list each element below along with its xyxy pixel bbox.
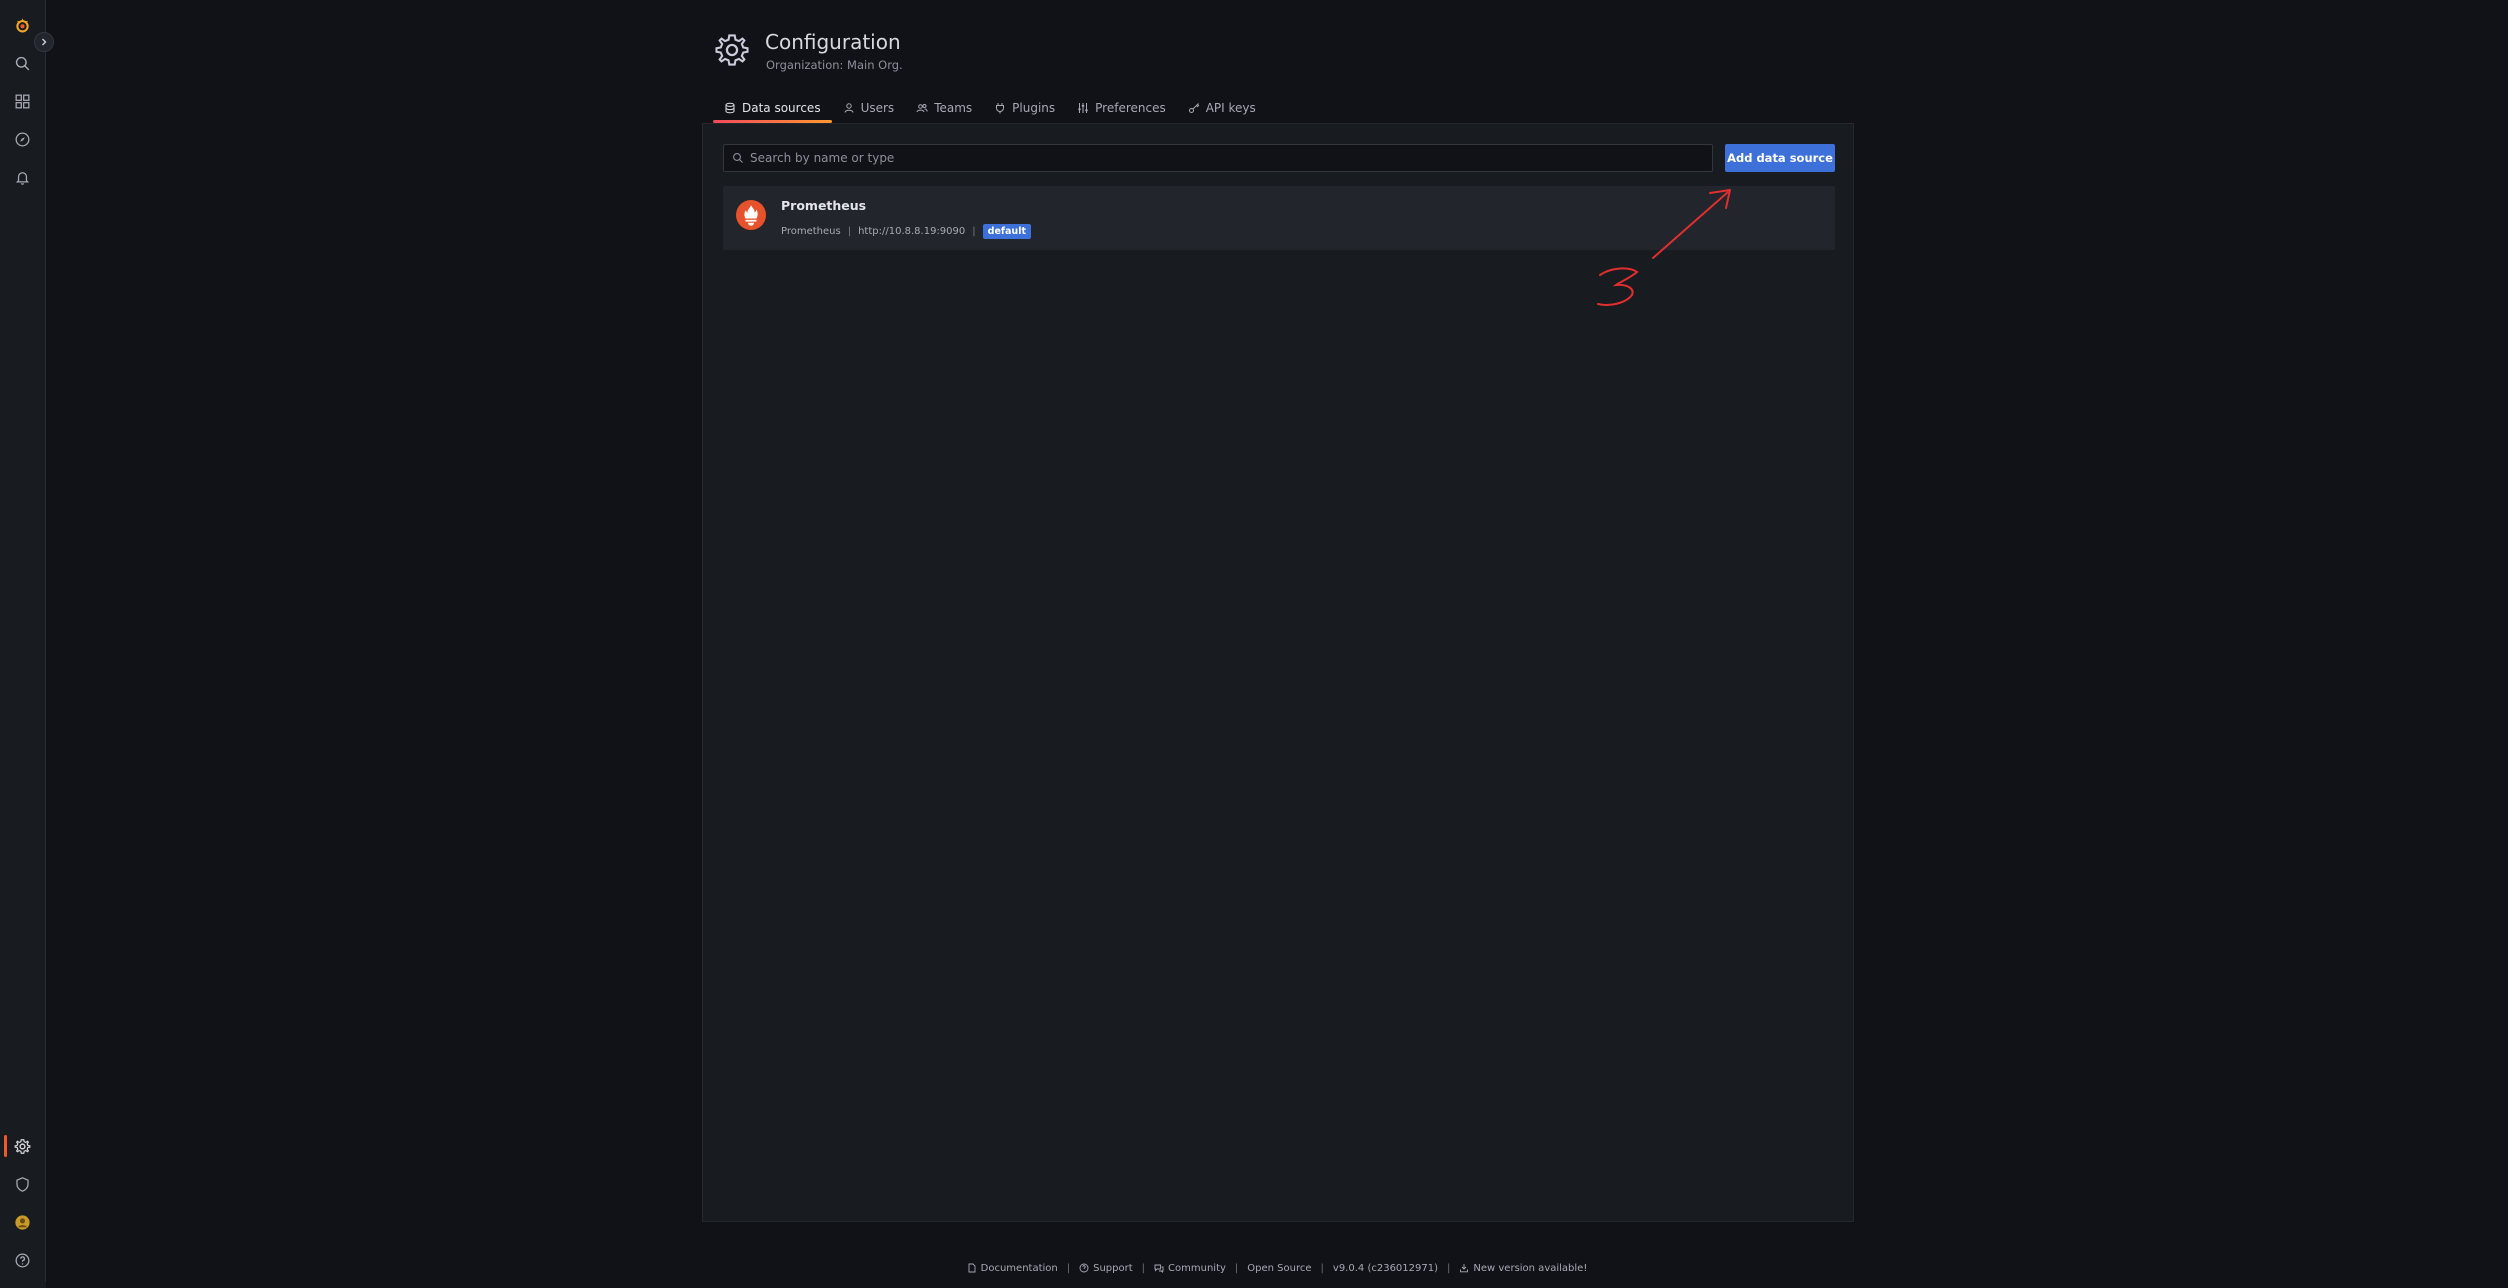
separator: |	[1066, 1262, 1071, 1274]
search-input[interactable]	[750, 151, 1712, 165]
sidebar-item-explore[interactable]	[0, 120, 44, 158]
compass-icon	[15, 132, 29, 146]
datasource-name: Prometheus	[781, 198, 867, 213]
footer-label: Documentation	[980, 1262, 1058, 1274]
tab-preferences[interactable]: Preferences	[1066, 93, 1177, 123]
config-tabs: Data sources Users Teams Plugins Prefere…	[713, 93, 1267, 123]
footer-label: Open Source	[1247, 1262, 1312, 1274]
footer-community-link[interactable]: Community	[1154, 1263, 1226, 1274]
footer-version: v9.0.4 (c236012971)	[1333, 1263, 1438, 1274]
sidebar-item-server-admin[interactable]	[0, 1165, 44, 1203]
tab-api-keys[interactable]: API keys	[1177, 93, 1267, 123]
tab-plugins[interactable]: Plugins	[983, 93, 1066, 123]
footer-support-link[interactable]: Support	[1079, 1263, 1133, 1274]
grafana-logo-icon	[15, 17, 29, 32]
tab-label: Users	[860, 101, 895, 115]
tab-data-sources[interactable]: Data sources	[713, 93, 832, 123]
datasource-type: Prometheus	[781, 225, 841, 237]
sidebar-item-alerting[interactable]	[0, 158, 44, 196]
tab-label: Data sources	[742, 101, 821, 115]
footer-label: Community	[1168, 1262, 1226, 1274]
key-icon	[1188, 103, 1200, 113]
sidebar	[0, 0, 54, 1288]
shield-icon	[15, 1176, 29, 1192]
sliders-icon	[1078, 103, 1088, 113]
footer: Documentation | Support | Community | Op…	[0, 1258, 2508, 1278]
search-box[interactable]	[723, 144, 1713, 172]
data-sources-panel: Add data source Prometheus Prometheus | …	[702, 123, 1854, 1222]
search-icon	[733, 153, 743, 163]
tab-teams[interactable]: Teams	[905, 93, 983, 123]
separator: |	[1447, 1262, 1451, 1274]
sidebar-item-search[interactable]	[0, 44, 44, 82]
datasource-meta: Prometheus | http://10.8.8.19:9090 | def…	[781, 222, 1031, 240]
avatar-icon	[14, 1214, 30, 1230]
default-badge: default	[982, 223, 1031, 239]
document-icon	[968, 1263, 976, 1273]
page-header: Configuration Organization: Main Org.	[713, 28, 1413, 78]
page-title: Configuration	[765, 30, 901, 54]
gear-icon	[715, 34, 749, 66]
download-icon	[1460, 1264, 1469, 1273]
question-circle-icon	[1079, 1263, 1089, 1273]
footer-label: Support	[1093, 1262, 1133, 1274]
separator: |	[1141, 1262, 1146, 1274]
footer-new-version-link[interactable]: New version available!	[1459, 1263, 1587, 1274]
comments-icon	[1154, 1264, 1164, 1273]
tab-label: Teams	[934, 101, 973, 115]
bell-icon	[15, 171, 29, 185]
tab-users[interactable]: Users	[832, 93, 906, 123]
apps-icon	[15, 94, 29, 108]
tab-label: Plugins	[1012, 101, 1056, 115]
page-subtitle: Organization: Main Org.	[766, 58, 903, 72]
footer-label: v9.0.4 (c236012971)	[1332, 1262, 1439, 1274]
user-icon	[844, 103, 854, 113]
separator: |	[1234, 1262, 1239, 1274]
gear-icon	[14, 1138, 30, 1154]
sidebar-item-configuration[interactable]	[0, 1127, 44, 1165]
footer-open-source-link[interactable]: Open Source	[1247, 1263, 1311, 1274]
users-icon	[916, 104, 928, 113]
prometheus-logo-icon	[736, 200, 766, 230]
sidebar-item-dashboards[interactable]	[0, 82, 44, 120]
datasource-card-prometheus[interactable]: Prometheus Prometheus | http://10.8.8.19…	[723, 186, 1835, 250]
sidebar-bottom-edge	[0, 1282, 46, 1288]
database-icon	[725, 102, 735, 114]
search-icon	[15, 56, 29, 70]
separator: |	[847, 225, 852, 237]
separator: |	[1320, 1262, 1324, 1274]
tab-label: API keys	[1205, 101, 1256, 115]
separator: |	[972, 225, 976, 237]
active-indicator	[4, 1135, 7, 1157]
add-data-source-button[interactable]: Add data source	[1725, 144, 1835, 172]
sidebar-item-profile[interactable]	[0, 1203, 44, 1241]
tab-label: Preferences	[1095, 101, 1166, 115]
plug-icon	[996, 103, 1005, 114]
datasource-url: http://10.8.8.19:9090	[858, 225, 966, 237]
footer-label: New version available!	[1473, 1262, 1588, 1274]
footer-documentation-link[interactable]: Documentation	[967, 1263, 1058, 1274]
